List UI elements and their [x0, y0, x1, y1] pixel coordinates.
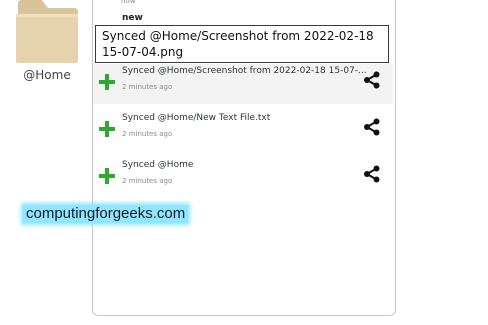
folder-label: @Home — [23, 68, 71, 82]
notification-time: 2 minutes ago — [122, 83, 173, 91]
notification-time: 2 minutes ago — [122, 130, 173, 138]
header-timestamp: now — [121, 0, 136, 5]
notification-time: 2 minutes ago — [122, 177, 173, 185]
desktop-folder-home[interactable]: @Home — [14, 0, 80, 86]
plus-icon — [99, 168, 115, 184]
notification-title: Synced @Home/New Text File.txt — [122, 113, 271, 123]
notification-title: Synced @Home — [122, 160, 194, 170]
notification-item[interactable]: Synced @Home 2 minutes ago — [93, 158, 393, 198]
share-icon[interactable] — [363, 71, 381, 89]
watermark-text: computingforgeeks.com — [23, 205, 189, 223]
share-icon[interactable] — [363, 118, 381, 136]
plus-icon — [99, 121, 115, 137]
notification-item[interactable]: Synced @Home/New Text File.txt 2 minutes… — [93, 111, 393, 151]
filename-tooltip: Synced @Home/Screenshot from 2022-02-18 … — [95, 25, 389, 63]
plus-icon — [99, 74, 115, 90]
notification-item[interactable]: Synced @Home/Screenshot from 2022-02-18 … — [93, 64, 393, 104]
notification-title: Synced @Home/Screenshot from 2022-02-18 … — [122, 66, 367, 76]
folder-icon — [16, 0, 78, 63]
share-icon[interactable] — [363, 165, 381, 183]
section-label-new: new — [122, 13, 143, 23]
